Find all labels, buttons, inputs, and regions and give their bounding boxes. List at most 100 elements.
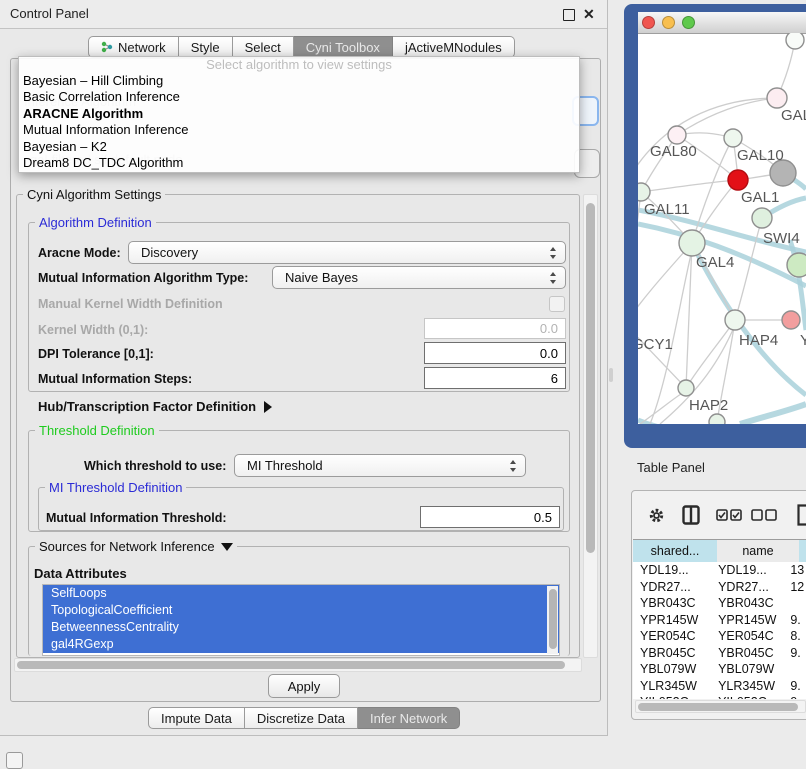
node-label: SWI4	[763, 230, 800, 247]
table-cell: YDR27...	[711, 579, 787, 596]
network-node[interactable]	[709, 414, 725, 424]
gear-icon[interactable]	[648, 507, 665, 524]
table-row[interactable]: YLR345WYLR345W9.	[633, 678, 806, 695]
aracne-mode-select[interactable]: Discovery	[128, 241, 566, 264]
tab-label: Network	[118, 40, 166, 55]
minimize-traffic-light-icon[interactable]	[662, 16, 675, 29]
network-node-swi4[interactable]	[752, 208, 772, 228]
network-node-gal1[interactable]	[728, 170, 748, 190]
close-icon[interactable]: ✕	[583, 5, 595, 23]
float-window-icon[interactable]	[563, 9, 575, 21]
file-icon[interactable]	[797, 504, 806, 526]
network-node-gal4[interactable]	[679, 230, 705, 256]
algorithm-option[interactable]: ARACNE Algorithm	[19, 106, 579, 122]
table-row[interactable]: YDR27...YDR27...12	[633, 579, 806, 596]
column-header-shared-name[interactable]: shared...	[633, 539, 718, 563]
dpi-tolerance-input[interactable]: 0.0	[424, 342, 566, 364]
network-node-gal80[interactable]	[668, 126, 686, 144]
network-node-gal[interactable]	[767, 88, 787, 108]
table-cell: 12	[787, 579, 806, 596]
network-node-hap4[interactable]	[725, 310, 745, 330]
data-attribute-item[interactable]: SelfLoops	[43, 585, 559, 602]
table-cell: YBR045C	[711, 645, 787, 662]
bottom-tabs: Impute Data Discretize Data Infer Networ…	[148, 707, 460, 729]
table-row[interactable]: YBL079WYBL079W	[633, 661, 806, 678]
data-attribute-item[interactable]: TopologicalCoefficient	[43, 602, 559, 619]
algorithm-option[interactable]: Basic Correlation Inference	[19, 89, 579, 105]
table-row[interactable]: YER054CYER054C8.	[633, 628, 806, 645]
node-label: HAP2	[689, 397, 728, 414]
algorithm-option[interactable]: Dream8 DC_TDC Algorithm	[19, 155, 579, 171]
table-row[interactable]: YIL052CYIL052C9	[633, 694, 806, 699]
column-header-name[interactable]: name	[717, 539, 800, 563]
network-node-hap2[interactable]	[678, 380, 694, 396]
table-cell: 9.	[787, 645, 806, 662]
table-cell: YDL19...	[711, 562, 787, 579]
panel-title: Control Panel	[10, 0, 89, 28]
tab-select[interactable]: Select	[233, 36, 294, 58]
table-cell: 8.	[787, 628, 806, 645]
tab-jactivemnodules[interactable]: jActiveMNodules	[393, 36, 515, 58]
table-row[interactable]: YPR145WYPR145W9.	[633, 612, 806, 629]
docked-panel-icon[interactable]	[6, 752, 23, 769]
algorithm-option[interactable]: Mutual Information Inference	[19, 122, 579, 138]
manual-kernel-width-label: Manual Kernel Width Definition	[38, 297, 223, 311]
which-threshold-select[interactable]: MI Threshold	[234, 454, 526, 477]
table-row[interactable]: YBR045CYBR045C9.	[633, 645, 806, 662]
mi-threshold-input[interactable]: 0.5	[420, 506, 560, 528]
table-row[interactable]: YBR043CYBR043C	[633, 595, 806, 612]
hub-definition-toggle[interactable]: Hub/Transcription Factor Definition	[38, 399, 272, 414]
apply-button[interactable]: Apply	[268, 674, 340, 698]
kernel-width-input[interactable]: 0.0	[424, 318, 566, 339]
tab-cyni-toolbox[interactable]: Cyni Toolbox	[294, 36, 393, 58]
table-cell: YPR145W	[633, 612, 711, 629]
mi-steps-input[interactable]: 6	[424, 367, 566, 389]
dpi-tolerance-label: DPI Tolerance [0,1]:	[38, 347, 154, 361]
tab-impute-data[interactable]: Impute Data	[148, 707, 245, 729]
settings-vertical-scrollbar[interactable]	[583, 194, 598, 658]
table-cell	[787, 661, 806, 678]
tab-style[interactable]: Style	[179, 36, 233, 58]
stepper-arrows-icon	[510, 460, 517, 472]
algorithm-option[interactable]: Bayesian – K2	[19, 139, 579, 155]
panel-splitter-handle[interactable]	[609, 368, 613, 382]
network-node-gal11[interactable]	[638, 183, 650, 201]
algorithm-option[interactable]: Bayesian – Hill Climbing	[19, 73, 579, 89]
data-attribute-item[interactable]: gal4RGexp	[43, 636, 559, 653]
tab-discretize-data[interactable]: Discretize Data	[245, 707, 358, 729]
algorithm-dropdown-placeholder: Select algorithm to view settings	[19, 57, 579, 73]
list-scrollbar[interactable]	[547, 586, 558, 654]
table-rows[interactable]: YDL19...YDL19...13YDR27...YDR27...12YBR0…	[633, 562, 806, 699]
node-label: HAP4	[739, 332, 778, 349]
table-cell: YBL079W	[633, 661, 711, 678]
deselect-all-checkboxes-icon[interactable]	[751, 509, 777, 522]
column-header-partial[interactable]	[799, 539, 806, 563]
settings-horizontal-scrollbar[interactable]	[14, 658, 582, 672]
close-traffic-light-icon[interactable]	[642, 16, 655, 29]
network-node-gal10[interactable]	[724, 129, 742, 147]
table-cell: YER054C	[633, 628, 711, 645]
table-cell: YDL19...	[633, 562, 711, 579]
tab-infer-network[interactable]: Infer Network	[358, 707, 460, 729]
mi-algorithm-type-select[interactable]: Naive Bayes	[272, 266, 566, 289]
table-row[interactable]: YDL19...YDL19...13	[633, 562, 806, 579]
data-attribute-item[interactable]: BetweennessCentrality	[43, 619, 559, 636]
network-node-y[interactable]	[782, 311, 800, 329]
zoom-traffic-light-icon[interactable]	[682, 16, 695, 29]
control-panel: Control Panel ✕ Network Style Select Cyn…	[0, 0, 608, 736]
manual-kernel-width-checkbox[interactable]	[549, 296, 565, 312]
node-label: GAL10	[737, 147, 784, 164]
select-all-checkboxes-icon[interactable]	[716, 509, 742, 522]
algorithm-option-list: Bayesian – Hill ClimbingBasic Correlatio…	[19, 73, 579, 171]
split-columns-icon[interactable]	[682, 505, 700, 525]
network-node[interactable]	[786, 33, 804, 49]
network-node[interactable]	[787, 253, 806, 277]
table-cell: YPR145W	[711, 612, 787, 629]
network-window-titlebar[interactable]	[638, 12, 806, 34]
group-title: Threshold Definition	[35, 423, 159, 438]
network-canvas[interactable]: GALGAL80GAL10GAL1GAL11SWI4GAL4HAP4YGCY1H…	[638, 33, 806, 424]
table-horizontal-scrollbar[interactable]	[635, 700, 806, 713]
sources-title-toggle[interactable]: Sources for Network Inference	[35, 539, 237, 554]
tab-network[interactable]: Network	[88, 36, 179, 58]
group-title: MI Threshold Definition	[45, 480, 186, 495]
